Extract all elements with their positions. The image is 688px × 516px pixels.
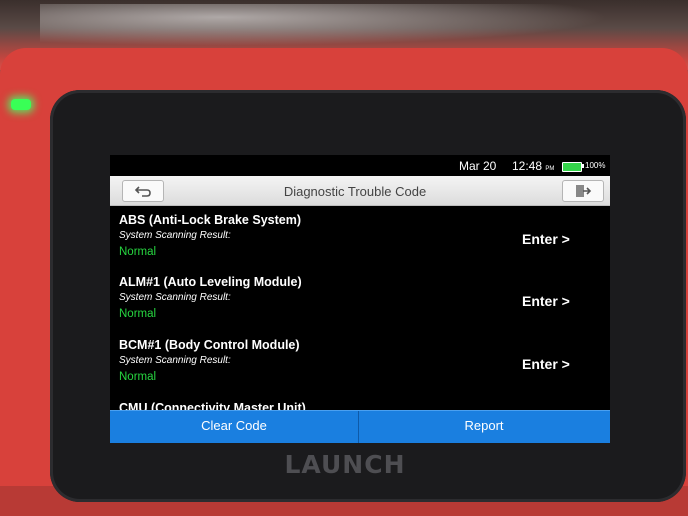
status-time: 12:48 PM <box>512 159 554 173</box>
system-name: BCM#1 (Body Control Module) <box>119 338 300 352</box>
battery-nub <box>582 164 584 168</box>
clear-code-button[interactable]: Clear Code <box>110 411 359 443</box>
system-list: ABS (Anti-Lock Brake System) System Scan… <box>110 207 610 415</box>
brand-logo: LAUNCH <box>284 450 406 479</box>
title-bar: Diagnostic Trouble Code <box>110 176 610 206</box>
list-item-abs[interactable]: ABS (Anti-Lock Brake System) System Scan… <box>110 207 610 269</box>
status-normal: Normal <box>119 371 157 383</box>
scan-result-label: System Scanning Result: <box>119 292 231 303</box>
system-name: ALM#1 (Auto Leveling Module) <box>119 275 302 289</box>
status-clock: 12:48 <box>512 159 543 173</box>
enter-button[interactable]: Enter > <box>522 356 570 372</box>
status-normal: Normal <box>119 308 157 320</box>
light-glare <box>40 4 640 48</box>
exit-button[interactable] <box>562 180 604 202</box>
status-ampm: PM <box>545 166 555 172</box>
device-screen: Mar 20 12:48 PM 100% Diagnostic Trouble … <box>110 155 610 443</box>
status-date: Mar 20 <box>459 159 497 173</box>
exit-icon <box>576 185 592 197</box>
scan-result-label: System Scanning Result: <box>119 355 231 366</box>
battery-percent: 100% <box>585 161 606 170</box>
back-button[interactable] <box>122 180 164 202</box>
enter-button[interactable]: Enter > <box>522 293 570 309</box>
page-title: Diagnostic Trouble Code <box>283 184 427 199</box>
power-led <box>11 99 31 110</box>
list-item-bcm[interactable]: BCM#1 (Body Control Module) System Scann… <box>110 332 610 394</box>
list-item-alm[interactable]: ALM#1 (Auto Leveling Module) System Scan… <box>110 269 610 331</box>
back-arrow-icon <box>134 186 151 197</box>
action-bar: Clear Code Report <box>110 410 610 443</box>
system-name: ABS (Anti-Lock Brake System) <box>119 213 301 227</box>
scan-result-label: System Scanning Result: <box>119 230 231 241</box>
report-button[interactable]: Report <box>360 411 608 443</box>
status-bar: Mar 20 12:48 PM 100% <box>110 155 610 173</box>
battery-icon <box>562 162 582 172</box>
enter-button[interactable]: Enter > <box>522 231 570 247</box>
status-normal: Normal <box>119 246 157 258</box>
